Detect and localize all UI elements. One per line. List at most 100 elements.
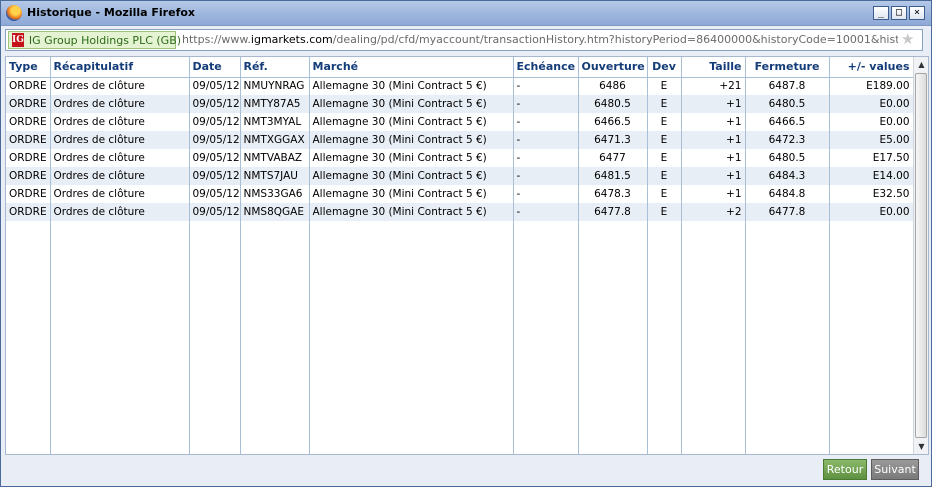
table-cell: ORDRE (6, 77, 51, 95)
table-row[interactable]: ORDRE Ordres de clôture 09/05/12 NMTS7JAU Al… (6, 167, 914, 185)
empty-cell (309, 221, 514, 454)
empty-cell (240, 221, 310, 454)
table-row[interactable]: ORDRE Ordres de clôture 09/05/12 NMTVABAZ Al… (6, 149, 914, 167)
close-button[interactable]: × (909, 6, 925, 20)
table-cell: E (647, 185, 682, 203)
table-cell: NMUYNRAG (240, 77, 310, 95)
table-cell: 09/05/12 (189, 77, 241, 95)
column-header[interactable]: Taille (681, 57, 746, 78)
browser-window: Historique - Mozilla Firefox _ □ × IG IG… (0, 0, 932, 487)
table-cell: 09/05/12 (189, 95, 241, 113)
table-row[interactable]: ORDRE Ordres de clôture 09/05/12 NMS33GA6 Al… (6, 185, 914, 203)
table-cell: Ordres de clôture (50, 149, 190, 167)
table-cell: Allemagne 30 (Mini Contract 5 €) (309, 131, 514, 149)
table-cell: E (647, 77, 682, 95)
arrow-up-icon[interactable]: ▲ (914, 57, 928, 72)
footer-bar: Retour Suivant (5, 457, 929, 485)
table-cell: 6466.5 (745, 113, 830, 131)
table-cell: 6472.3 (745, 131, 830, 149)
table-cell: E5.00 (829, 131, 914, 149)
table-row[interactable]: ORDRE Ordres de clôture 09/05/12 NMT3MYAL Al… (6, 113, 914, 131)
table-cell: Allemagne 30 (Mini Contract 5 €) (309, 203, 514, 221)
transaction-table: Type Récapitulatif Date Réf. Marché Eché… (6, 57, 914, 454)
empty-cell (745, 221, 830, 454)
table-cell: NMS8QGAE (240, 203, 310, 221)
table-cell: NMTS7JAU (240, 167, 310, 185)
table-cell: 09/05/12 (189, 203, 241, 221)
table-cell: NMTY87A5 (240, 95, 310, 113)
table-cell: 6466.5 (578, 113, 648, 131)
table-cell: ORDRE (6, 149, 51, 167)
maximize-button[interactable]: □ (891, 6, 907, 20)
table-cell: E14.00 (829, 167, 914, 185)
table-cell: Allemagne 30 (Mini Contract 5 €) (309, 77, 514, 95)
table-cell: 6477 (578, 149, 648, 167)
column-header[interactable]: Ouverture (578, 57, 648, 78)
star-icon[interactable]: ★ (901, 31, 917, 47)
table-cell: 6480.5 (745, 149, 830, 167)
address-bar[interactable]: IG IG Group Holdings PLC (GB) https://ww… (5, 29, 923, 51)
scrollbar-thumb[interactable] (915, 73, 927, 438)
column-header[interactable]: +/- values (829, 57, 914, 78)
table-cell: 6477.8 (745, 203, 830, 221)
next-button[interactable]: Suivant (871, 459, 919, 480)
arrow-down-icon[interactable]: ▼ (914, 439, 928, 454)
table-cell: - (513, 149, 579, 167)
table-cell: - (513, 167, 579, 185)
firefox-icon (6, 5, 22, 21)
back-button[interactable]: Retour (823, 459, 867, 480)
site-identity-label: IG Group Holdings PLC (GB) (28, 33, 182, 47)
empty-cell (50, 221, 190, 454)
table-cell: - (513, 131, 579, 149)
table-cell: +1 (681, 95, 746, 113)
table-row[interactable]: ORDRE Ordres de clôture 09/05/12 NMTXGGAX Al… (6, 131, 914, 149)
empty-cell (578, 221, 648, 454)
table-cell: E (647, 203, 682, 221)
url-field[interactable]: https://www.igmarkets.com/dealing/pd/cfd… (182, 33, 898, 46)
column-header[interactable]: Date (189, 57, 241, 78)
table-cell: Ordres de clôture (50, 95, 190, 113)
table-cell: Allemagne 30 (Mini Contract 5 €) (309, 185, 514, 203)
table-cell: +1 (681, 185, 746, 203)
table-row[interactable]: ORDRE Ordres de clôture 09/05/12 NMS8QGAE Al… (6, 203, 914, 221)
column-header[interactable]: Marché (309, 57, 514, 78)
table-cell: 6471.3 (578, 131, 648, 149)
column-header[interactable]: Récapitulatif (50, 57, 190, 78)
url-path: /dealing/pd/cfd/myaccount/transactionHis… (332, 33, 898, 46)
table-cell: 6487.8 (745, 77, 830, 95)
column-header[interactable]: Dev (647, 57, 682, 78)
table-cell: Ordres de clôture (50, 113, 190, 131)
site-identity-button[interactable]: IG IG Group Holdings PLC (GB) (8, 31, 181, 49)
table-cell: - (513, 77, 579, 95)
table-cell: NMTVABAZ (240, 149, 310, 167)
table-cell: E0.00 (829, 113, 914, 131)
table-cell: - (513, 203, 579, 221)
vertical-scrollbar[interactable]: ▲ ▼ (913, 57, 928, 454)
table-cell: Allemagne 30 (Mini Contract 5 €) (309, 95, 514, 113)
table-cell: ORDRE (6, 95, 51, 113)
table-cell: E0.00 (829, 95, 914, 113)
column-header[interactable]: Réf. (240, 57, 310, 78)
table-cell: +1 (681, 167, 746, 185)
table-cell: 09/05/12 (189, 185, 241, 203)
table-row[interactable]: ORDRE Ordres de clôture 09/05/12 NMTY87A5 Al… (6, 95, 914, 113)
column-header[interactable]: Type (6, 57, 51, 78)
column-header[interactable]: Echéance (513, 57, 579, 78)
table-cell: ORDRE (6, 167, 51, 185)
table-cell: +21 (681, 77, 746, 95)
table-cell: E (647, 95, 682, 113)
minimize-button[interactable]: _ (873, 6, 889, 20)
table-cell: ORDRE (6, 131, 51, 149)
table-row[interactable]: ORDRE Ordres de clôture 09/05/12 NMUYNRAG Al… (6, 77, 914, 95)
table-cell: 09/05/12 (189, 149, 241, 167)
table-cell: ORDRE (6, 203, 51, 221)
title-bar[interactable]: Historique - Mozilla Firefox _ □ × (1, 1, 931, 26)
table-cell: 09/05/12 (189, 131, 241, 149)
column-header[interactable]: Fermeture (745, 57, 830, 78)
table-cell: E (647, 113, 682, 131)
table-cell: Ordres de clôture (50, 131, 190, 149)
table-cell: Ordres de clôture (50, 185, 190, 203)
table-cell: E189.00 (829, 77, 914, 95)
table-cell: ORDRE (6, 113, 51, 131)
table-cell: 6484.8 (745, 185, 830, 203)
